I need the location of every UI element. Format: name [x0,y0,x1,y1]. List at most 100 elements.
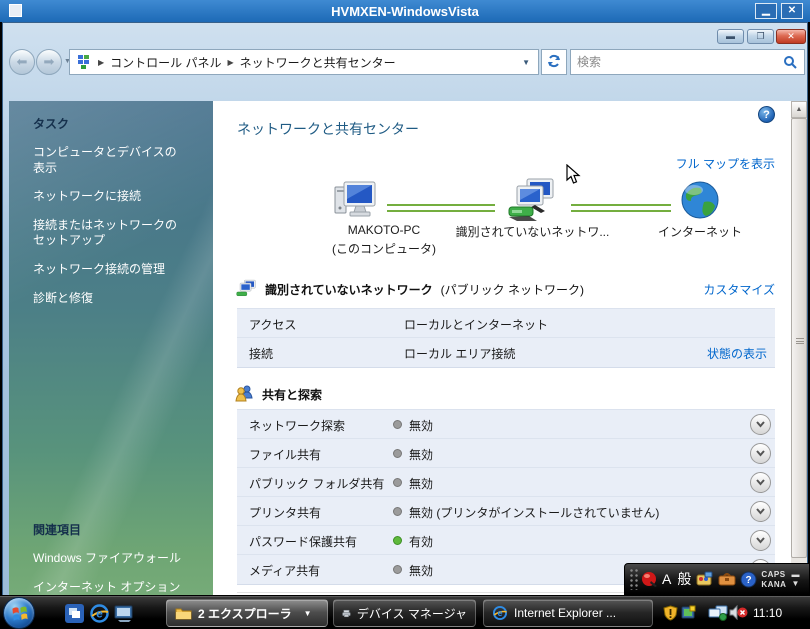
taskbar: e 2 エクスプローラ ▼ デバイス マネージャ [0,595,810,629]
taskbar-button-explorer-group[interactable]: 2 エクスプローラ ▼ [166,599,328,627]
sharing-setting-label: パスワード保護共有 [249,533,357,550]
sharing-discovery-icon [235,385,254,403]
security-alert-icon[interactable] [663,605,678,621]
expand-button[interactable] [750,530,771,551]
explorer-window: ▬ ❐ ✕ ⬅ ➡ ▼ ▶ コントロール パネル ▶ ネットワークと共有センター… [2,22,808,597]
window-content: タスク コンピュータとデバイスの表示 ネットワークに接続 接続またはネットワーク… [9,101,807,616]
address-bar[interactable]: ▶ コントロール パネル ▶ ネットワークと共有センター ▼ [69,49,539,75]
view-status-link[interactable]: 状態の表示 [707,345,767,362]
sharing-setting-status: 有効 [409,533,433,550]
taskbar-clock[interactable]: 11:10 [753,606,782,620]
status-dot [393,507,402,516]
sharing-section-title: 共有と探索 [262,386,322,403]
vm-close-button[interactable]: ✕ [781,3,803,19]
internet-globe-icon [680,180,720,220]
ime-pen-icon[interactable] [641,570,659,588]
sidebar-item-diagnose-repair[interactable]: 診断と修復 [33,291,187,307]
ime-help-icon[interactable]: ? [740,571,757,588]
refresh-icon [546,53,562,69]
sidebar-item-internet-options[interactable]: インターネット オプション [33,580,187,596]
back-button[interactable]: ⬅ [9,49,35,75]
task-pane: タスク コンピュータとデバイスの表示 ネットワークに接続 接続またはネットワーク… [9,101,213,616]
internet-explorer-icon[interactable]: e [89,603,110,624]
vm-window-title: HVMXEN-WindowsVista [0,4,810,19]
network-tray-icon[interactable] [708,605,728,621]
ime-input-mode[interactable]: A [662,571,671,587]
map-node-internet[interactable] [680,180,720,225]
taskbar-button-internet-explorer[interactable]: e Internet Explorer ... [483,599,653,627]
windows-flag-icon [4,598,36,629]
forward-button[interactable]: ➡ [36,49,62,75]
start-button[interactable] [3,597,35,629]
device-manager-icon [342,607,351,620]
sharing-row-public-folder: パブリック フォルダ共有 無効 [237,468,775,497]
view-full-map-link[interactable]: フル マップを表示 [676,155,775,172]
search-icon[interactable] [783,55,798,70]
folder-icon [175,606,192,620]
sharing-setting-status: 無効 [409,446,433,463]
svg-text:e: e [96,607,103,621]
status-dot [393,565,402,574]
expand-button[interactable] [750,472,771,493]
ime-toolbox-icon[interactable] [718,571,736,587]
language-bar-grip[interactable] [629,568,639,590]
sharing-setting-status: 無効 [409,475,433,492]
taskbar-button-label: 2 エクスプローラ [198,605,292,622]
minimize-button[interactable]: ▬ [717,29,744,44]
mouse-cursor [566,164,582,186]
scrollbar-thumb[interactable] [791,118,807,558]
address-dropdown-icon[interactable]: ▼ [522,58,538,67]
map-node-label: MAKOTO-PC [319,223,449,237]
breadcrumb-separator: ▶ [92,58,110,67]
sharing-setting-label: パブリック フォルダ共有 [249,475,384,492]
breadcrumb-network-sharing-center[interactable]: ネットワークと共有センター [240,54,396,71]
caps-indicator[interactable]: CAPS [761,570,786,579]
sidebar-item-setup-connection[interactable]: 接続またはネットワークのセットアップ [33,218,187,249]
unidentified-network-icon [235,279,257,299]
expand-button[interactable] [750,501,771,522]
sharing-setting-label: ネットワーク探索 [249,417,345,434]
taskbar-button-device-manager[interactable]: デバイス マネージャ [333,599,476,627]
scroll-up-button[interactable]: ▲ [791,101,807,118]
sharing-setting-label: ファイル共有 [249,446,321,463]
screen: HVMXEN-WindowsVista ▁ ✕ ▬ ❐ ✕ ⬅ ➡ ▼ ▶ コン… [0,0,810,629]
sharing-section-header: 共有と探索 [235,385,322,403]
language-bar-minimize-icon[interactable]: ▬ [791,572,799,578]
sidebar-item-view-computers[interactable]: コンピュータとデバイスの表示 [33,145,187,176]
sidebar-item-connect-network[interactable]: ネットワークに接続 [33,189,187,205]
close-button[interactable]: ✕ [776,29,806,44]
taskbar-group-dropdown-icon[interactable]: ▼ [304,609,312,618]
vm-minimize-button[interactable]: ▁ [755,3,777,19]
expand-button[interactable] [750,443,771,464]
restore-button[interactable]: ❐ [747,29,774,44]
window-switcher-icon[interactable] [64,603,85,624]
expand-button[interactable] [750,414,771,435]
sharing-setting-status: 無効 [409,562,433,579]
volume-muted-icon[interactable] [729,605,748,620]
customize-link[interactable]: カスタマイズ [703,281,775,298]
status-dot [393,420,402,429]
main-pane: ? ネットワークと共有センター フル マップを表示 [213,101,791,616]
show-desktop-icon[interactable] [113,603,134,624]
vertical-scrollbar[interactable]: ▲ [791,101,807,616]
updates-tray-icon[interactable] [681,605,696,620]
map-node-computer[interactable] [333,179,377,226]
sharing-setting-status: 無効 (プリンタがインストールされていません) [409,504,659,521]
language-bar-options-icon[interactable]: ▼ [791,581,799,587]
search-input[interactable] [577,52,777,72]
network-section-subtitle: (パブリック ネットワーク) [441,281,584,298]
map-connector [571,204,671,212]
search-box [570,49,805,75]
map-node-label: インターネット [645,223,755,240]
kana-indicator[interactable]: KANA [761,580,786,589]
breadcrumb-control-panel[interactable]: コントロール パネル [110,54,221,71]
sidebar-item-windows-firewall[interactable]: Windows ファイアウォール [33,551,187,567]
sidebar-item-manage-connections[interactable]: ネットワーク接続の管理 [33,262,187,278]
ime-conversion-mode[interactable]: 般 [677,569,691,589]
network-icon [505,177,557,223]
map-node-network[interactable] [505,177,557,228]
ime-tools-palette-icon[interactable] [696,571,714,587]
help-button[interactable]: ? [758,106,775,123]
related-items-header: 関連項目 [33,521,187,538]
refresh-button[interactable] [541,49,567,75]
